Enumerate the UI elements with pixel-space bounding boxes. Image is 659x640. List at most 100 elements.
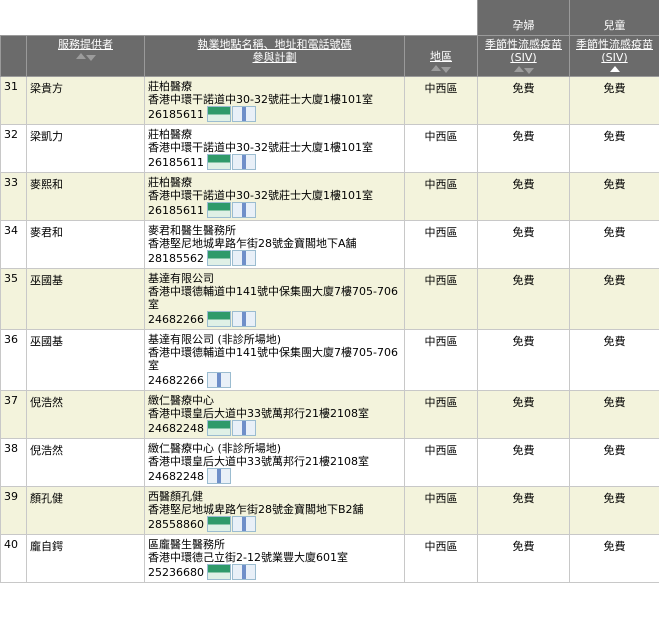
clinic-name[interactable]: 西醫顏孔健 <box>148 490 404 503</box>
col-provider[interactable]: 服務提供者 <box>26 35 145 77</box>
vaccination-scheme-badge-icon[interactable] <box>232 154 256 170</box>
col-location[interactable]: 執業地點名稱、地址和電話號碼 參與計劃 <box>144 35 405 77</box>
group-children: 兒童 <box>569 0 659 36</box>
vaccination-scheme-badge-icon[interactable] <box>232 106 256 122</box>
location-info: 莊柏醫療 香港中環干諾道中30-32號莊士大廈1樓101室 26185611 <box>144 172 405 221</box>
table-row: 37 倪浩然 緻仁醫療中心 香港中環皇后大道中33號萬邦行21樓2108室 246822… <box>0 390 659 439</box>
clinic-name[interactable]: 麥君和醫生醫務所 <box>148 224 404 237</box>
fee-children: 免費 <box>569 486 659 535</box>
vaccination-scheme-badge-icon[interactable] <box>232 202 256 218</box>
table-row: 32 梁凱力 莊柏醫療 香港中環干諾道中30-32號莊士大廈1樓101室 2618561… <box>0 124 659 173</box>
vaccination-scheme-badge-icon[interactable] <box>232 516 256 532</box>
row-number: 38 <box>0 438 27 487</box>
healthcare-voucher-badge-icon[interactable] <box>207 311 231 327</box>
header-spacer <box>0 0 478 36</box>
vaccine-abbr[interactable]: (SIV) <box>570 51 659 64</box>
col-vaccine-children[interactable]: 季節性流感疫苗 (SIV) <box>569 35 659 77</box>
provider-table: 孕婦 兒童 服務提供者 執業地點名稱、地址和電話號碼 參與計劃 地區 季節性流感… <box>0 0 659 583</box>
clinic-phone: 28185562 <box>148 251 204 265</box>
table-row: 34 麥君和 麥君和醫生醫務所 香港堅尼地城卑路乍街28號金寶閣地下A舖 2818556… <box>0 220 659 269</box>
provider-name[interactable]: 梁凱力 <box>26 124 145 173</box>
district: 中西區 <box>404 76 478 125</box>
district: 中西區 <box>404 220 478 269</box>
provider-name[interactable]: 顏孔健 <box>26 486 145 535</box>
vaccination-scheme-badge-icon[interactable] <box>232 311 256 327</box>
scheme-badges <box>207 468 232 484</box>
clinic-name[interactable]: 莊柏醫療 <box>148 80 404 93</box>
location-info: 莊柏醫療 香港中環干諾道中30-32號莊士大廈1樓101室 26185611 <box>144 76 405 125</box>
healthcare-voucher-badge-icon[interactable] <box>207 564 231 580</box>
phone-and-schemes: 28185562 <box>148 250 404 266</box>
healthcare-voucher-badge-icon[interactable] <box>207 420 231 436</box>
fee-children: 免費 <box>569 220 659 269</box>
sort-vaccine-children-link[interactable]: 季節性流感疫苗 <box>570 36 659 51</box>
sort-arrows-icon[interactable] <box>71 53 101 61</box>
provider-name[interactable]: 巫國基 <box>26 268 145 330</box>
location-info: 麥君和醫生醫務所 香港堅尼地城卑路乍街28號金寶閣地下A舖 28185562 <box>144 220 405 269</box>
fee-pregnant: 免費 <box>477 438 570 487</box>
provider-name[interactable]: 龐自鍔 <box>26 534 145 583</box>
district: 中西區 <box>404 268 478 330</box>
district: 中西區 <box>404 534 478 583</box>
sort-provider-link[interactable]: 服務提供者 <box>27 36 144 51</box>
provider-name[interactable]: 麥君和 <box>26 220 145 269</box>
col-district[interactable]: 地區 <box>404 35 478 77</box>
location-info: 基達有限公司 香港中環德輔道中141號中保集團大廈7樓705-706室 246822… <box>144 268 405 330</box>
fee-pregnant: 免費 <box>477 172 570 221</box>
clinic-name[interactable]: 緻仁醫療中心 <box>148 394 404 407</box>
sort-arrows-icon[interactable] <box>426 65 456 73</box>
vaccination-scheme-badge-icon[interactable] <box>232 564 256 580</box>
clinic-name[interactable]: 基達有限公司 (非診所場地) <box>148 333 404 346</box>
clinic-name[interactable]: 緻仁醫療中心 (非診所場地) <box>148 442 404 455</box>
fee-children: 免費 <box>569 76 659 125</box>
fee-pregnant: 免費 <box>477 486 570 535</box>
sort-ascending-icon[interactable] <box>600 66 630 74</box>
vaccination-scheme-badge-icon[interactable] <box>207 372 231 388</box>
phone-and-schemes: 26185611 <box>148 202 404 218</box>
sort-vaccine-pregnant-link[interactable]: 季節性流感疫苗 <box>478 36 569 51</box>
clinic-phone: 28558860 <box>148 517 204 531</box>
vaccination-scheme-badge-icon[interactable] <box>232 420 256 436</box>
scheme-badges <box>207 372 232 388</box>
row-number: 33 <box>0 172 27 221</box>
clinic-address: 香港中環德輔道中141號中保集團大廈7樓705-706室 <box>148 346 398 372</box>
clinic-name[interactable]: 基達有限公司 <box>148 272 404 285</box>
scheme-badges <box>207 106 257 122</box>
fee-pregnant: 免費 <box>477 390 570 439</box>
clinic-name[interactable]: 莊柏醫療 <box>148 176 404 189</box>
clinic-address: 香港堅尼地城卑路乍街28號金寶閣地下A舖 <box>148 237 357 250</box>
fee-pregnant: 免費 <box>477 534 570 583</box>
col-vaccine-pregnant[interactable]: 季節性流感疫苗 (SIV) <box>477 35 570 77</box>
vaccine-abbr[interactable]: (SIV) <box>478 51 569 64</box>
sort-arrows-icon[interactable] <box>509 66 539 74</box>
healthcare-voucher-badge-icon[interactable] <box>207 516 231 532</box>
clinic-name[interactable]: 莊柏醫療 <box>148 128 404 141</box>
table-row: 31 梁貴方 莊柏醫療 香港中環干諾道中30-32號莊士大廈1樓101室 2618561… <box>0 76 659 125</box>
clinic-address: 香港中環干諾道中30-32號莊士大廈1樓101室 <box>148 93 373 106</box>
sort-district-link[interactable]: 地區 <box>405 36 477 63</box>
provider-name[interactable]: 倪浩然 <box>26 390 145 439</box>
provider-name[interactable]: 倪浩然 <box>26 438 145 487</box>
healthcare-voucher-badge-icon[interactable] <box>207 250 231 266</box>
sort-location-link[interactable]: 執業地點名稱、地址和電話號碼 <box>145 36 404 51</box>
row-number: 34 <box>0 220 27 269</box>
fee-children: 免費 <box>569 329 659 391</box>
scheme-badges <box>207 202 257 218</box>
provider-name[interactable]: 巫國基 <box>26 329 145 391</box>
district: 中西區 <box>404 438 478 487</box>
provider-name[interactable]: 麥熙和 <box>26 172 145 221</box>
healthcare-voucher-badge-icon[interactable] <box>207 106 231 122</box>
provider-name[interactable]: 梁貴方 <box>26 76 145 125</box>
vaccination-scheme-badge-icon[interactable] <box>232 250 256 266</box>
healthcare-voucher-badge-icon[interactable] <box>207 154 231 170</box>
table-row: 36 巫國基 基達有限公司 (非診所場地) 香港中環德輔道中141號中保集團大廈7樓7… <box>0 329 659 391</box>
phone-and-schemes: 28558860 <box>148 516 404 532</box>
healthcare-voucher-badge-icon[interactable] <box>207 202 231 218</box>
clinic-phone: 26185611 <box>148 203 204 217</box>
row-number: 37 <box>0 390 27 439</box>
district: 中西區 <box>404 172 478 221</box>
clinic-name[interactable]: 區龐醫生醫務所 <box>148 538 404 551</box>
row-number: 31 <box>0 76 27 125</box>
vaccination-scheme-badge-icon[interactable] <box>207 468 231 484</box>
row-number: 32 <box>0 124 27 173</box>
